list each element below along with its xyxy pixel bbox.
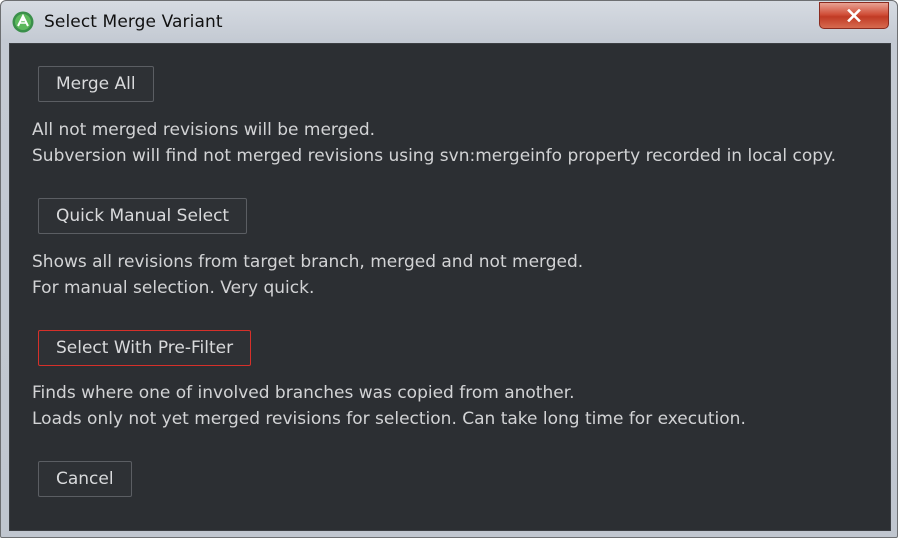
merge-all-button[interactable]: Merge All xyxy=(38,66,154,102)
dialog-window: Select Merge Variant Merge All All not m… xyxy=(0,0,898,538)
quick-manual-select-button[interactable]: Quick Manual Select xyxy=(38,198,248,234)
description-line: All not merged revisions will be merged. xyxy=(32,120,376,140)
dialog-content: Merge All All not merged revisions will … xyxy=(9,43,891,531)
merge-all-description: All not merged revisions will be merged.… xyxy=(32,117,836,169)
close-icon xyxy=(847,9,861,22)
description-line: Subversion will find not merged revision… xyxy=(32,146,837,166)
android-studio-icon xyxy=(12,11,34,33)
select-with-pre-filter-button[interactable]: Select With Pre-Filter xyxy=(38,330,252,366)
description-line: For manual selection. Very quick. xyxy=(32,278,315,298)
quick-manual-select-description: Shows all revisions from target branch, … xyxy=(32,249,583,301)
select-with-pre-filter-description: Finds where one of involved branches was… xyxy=(32,380,746,432)
title-bar[interactable]: Select Merge Variant xyxy=(1,1,897,43)
window-title: Select Merge Variant xyxy=(44,12,223,32)
close-button[interactable] xyxy=(819,2,889,29)
description-line: Shows all revisions from target branch, … xyxy=(32,252,584,272)
description-line: Finds where one of involved branches was… xyxy=(32,383,575,403)
description-line: Loads only not yet merged revisions for … xyxy=(32,409,746,429)
cancel-button[interactable]: Cancel xyxy=(38,461,132,497)
